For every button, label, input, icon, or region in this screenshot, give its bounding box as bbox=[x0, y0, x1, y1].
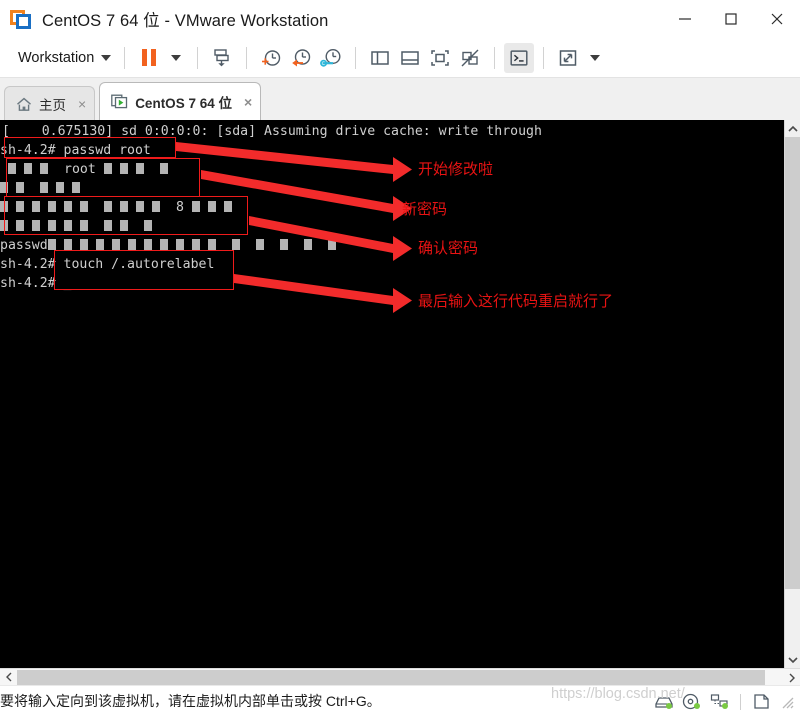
install-vmware-tools-icon bbox=[214, 48, 229, 66]
chevron-down-icon bbox=[171, 54, 182, 61]
vertical-scrollbar-thumb[interactable] bbox=[785, 137, 800, 589]
take-snapshot-button[interactable] bbox=[256, 43, 286, 73]
show-thumbnails-button[interactable] bbox=[395, 43, 425, 73]
network-status-icon[interactable] bbox=[710, 693, 729, 710]
pause-icon bbox=[142, 49, 157, 66]
scroll-down-icon[interactable] bbox=[785, 651, 800, 668]
resize-grip-icon[interactable] bbox=[780, 695, 794, 709]
stretch-arrows-icon bbox=[560, 49, 577, 66]
show-library-button[interactable] bbox=[365, 43, 395, 73]
snapshot-manager-icon bbox=[320, 48, 341, 67]
status-message: 要将输入定向到该虚拟机，请在虚拟机内部单击或按 Ctrl+G。 bbox=[0, 693, 381, 709]
status-bar: 要将输入定向到该虚拟机，请在虚拟机内部单击或按 Ctrl+G。 bbox=[0, 685, 800, 716]
status-device-icons bbox=[654, 686, 794, 716]
window-title: CentOS 7 64 位 - VMware Workstation bbox=[42, 12, 329, 30]
home-icon bbox=[16, 97, 32, 111]
install-tools-button[interactable] bbox=[207, 43, 237, 73]
annotation-new-password: 新密码 bbox=[402, 200, 448, 218]
close-icon[interactable] bbox=[754, 0, 800, 38]
snapshot-revert-icon bbox=[292, 48, 311, 66]
toolbar-separator bbox=[355, 46, 357, 69]
title-bar: CentOS 7 64 位 - VMware Workstation bbox=[0, 0, 800, 38]
status-separator bbox=[740, 693, 741, 710]
vmware-workstation-window: CentOS 7 64 位 - VMware Workstation Works… bbox=[0, 0, 800, 716]
panel-bottom-icon bbox=[401, 50, 420, 65]
maximize-icon[interactable] bbox=[708, 0, 754, 38]
tab-centos-label: CentOS 7 64 位 bbox=[135, 95, 232, 111]
tab-centos[interactable]: CentOS 7 64 位 × bbox=[99, 82, 262, 120]
fullscreen-icon bbox=[431, 49, 450, 66]
hard-disk-status-icon[interactable] bbox=[654, 693, 673, 710]
pause-vm-button[interactable] bbox=[134, 43, 164, 73]
tab-close-icon[interactable]: × bbox=[78, 96, 86, 112]
chevron-down-icon bbox=[590, 54, 601, 61]
toolbar-separator bbox=[124, 46, 126, 69]
unity-disabled-icon bbox=[461, 49, 479, 66]
vm-console[interactable]: [ 0.675130] sd 0:0:0:0: [sda] Assuming d… bbox=[0, 120, 800, 668]
annotation-arrows bbox=[176, 142, 412, 313]
console-prompt-icon bbox=[510, 49, 528, 66]
annotation-start-editing: 开始修改啦 bbox=[418, 160, 494, 178]
terminal-output: [ 0.675130] sd 0:0:0:0: [sda] Assuming d… bbox=[0, 120, 784, 668]
revert-snapshot-button[interactable] bbox=[286, 43, 316, 73]
window-controls bbox=[662, 0, 800, 38]
tab-home-label: 主页 bbox=[39, 97, 66, 113]
stretch-dropdown-button[interactable] bbox=[583, 43, 607, 73]
minimize-icon[interactable] bbox=[662, 0, 708, 38]
console-view-button[interactable] bbox=[504, 42, 535, 73]
cd-dvd-status-icon[interactable] bbox=[682, 693, 701, 710]
tab-home[interactable]: 主页 × bbox=[4, 86, 96, 120]
pause-dropdown-button[interactable] bbox=[164, 43, 188, 73]
vmware-logo-icon bbox=[10, 8, 32, 30]
toolbar-separator bbox=[494, 46, 496, 69]
scroll-up-icon[interactable] bbox=[785, 120, 800, 137]
horizontal-scrollbar-thumb[interactable] bbox=[17, 670, 765, 685]
chevron-down-icon bbox=[101, 54, 112, 61]
manage-snapshots-button[interactable] bbox=[316, 43, 346, 73]
horizontal-scrollbar[interactable] bbox=[0, 668, 800, 685]
annotation-confirm-password: 确认密码 bbox=[418, 239, 479, 257]
stretch-view-button[interactable] bbox=[553, 43, 583, 73]
toolbar-separator bbox=[543, 46, 545, 69]
snapshot-add-icon bbox=[262, 49, 281, 66]
vertical-scrollbar[interactable] bbox=[784, 120, 800, 668]
toolbar-separator bbox=[246, 46, 248, 69]
tab-bar: 主页 × CentOS 7 64 位 × bbox=[0, 78, 800, 120]
toolbar-separator bbox=[197, 46, 199, 69]
workstation-menu-button[interactable]: Workstation bbox=[14, 47, 115, 69]
usb-status-icon[interactable] bbox=[752, 693, 771, 710]
scroll-left-icon[interactable] bbox=[0, 669, 17, 686]
toolbar: Workstation bbox=[0, 38, 800, 78]
panel-left-icon bbox=[371, 50, 390, 65]
workstation-menu-label: Workstation bbox=[18, 49, 95, 66]
vm-power-icon bbox=[111, 94, 128, 109]
tab-close-icon[interactable]: × bbox=[244, 94, 252, 110]
unity-mode-button[interactable] bbox=[455, 43, 485, 73]
scroll-right-icon[interactable] bbox=[783, 669, 800, 686]
full-screen-button[interactable] bbox=[425, 43, 455, 73]
annotation-final-reboot: 最后输入这行代码重启就行了 bbox=[418, 292, 614, 310]
